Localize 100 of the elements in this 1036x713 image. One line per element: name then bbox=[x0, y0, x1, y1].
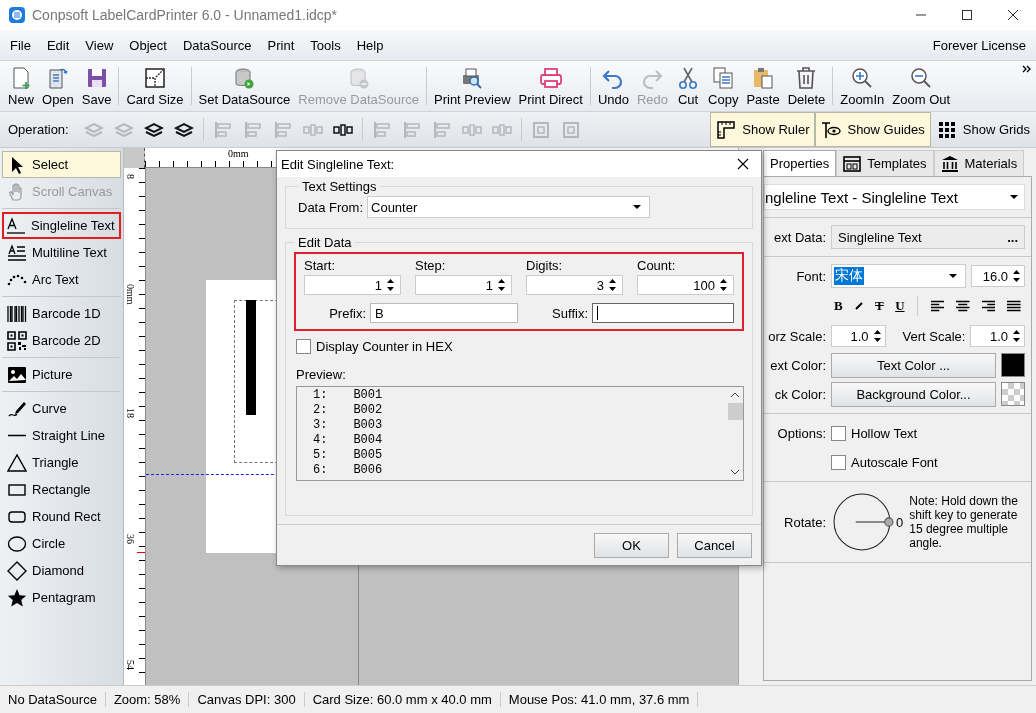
menu-item[interactable]: View bbox=[85, 37, 114, 53]
align-justify-icon[interactable] bbox=[1007, 299, 1021, 313]
rect-tool[interactable]: Rectangle bbox=[2, 476, 121, 503]
copy-button[interactable]: Copy bbox=[704, 61, 743, 111]
roundrect-tool[interactable]: Round Rect bbox=[2, 503, 121, 530]
properties-tab[interactable]: Properties bbox=[763, 150, 837, 176]
paste-button[interactable]: Paste bbox=[742, 61, 784, 111]
rotation-dial[interactable] bbox=[832, 491, 894, 553]
align-left-icon[interactable] bbox=[930, 299, 945, 313]
menu-item[interactable]: DataSource bbox=[182, 37, 252, 53]
grids-toggle[interactable]: Show Grids bbox=[930, 112, 1036, 147]
text-color-button[interactable]: Text Color ... bbox=[831, 352, 996, 378]
guides-toggle[interactable]: Show Guides bbox=[815, 112, 931, 147]
align-right-icon[interactable] bbox=[981, 299, 996, 313]
status-text: Zoom: 58% bbox=[105, 692, 190, 707]
save-button[interactable]: Save bbox=[77, 61, 116, 111]
suffix-field[interactable] bbox=[592, 303, 734, 323]
row-number: 6: bbox=[313, 463, 328, 478]
number-spinner[interactable]: 100 bbox=[637, 275, 734, 295]
text-data-field[interactable]: Singleline Text ... bbox=[831, 225, 1025, 249]
dialog-button[interactable]: OK bbox=[594, 532, 669, 558]
checkbox[interactable] bbox=[831, 454, 846, 470]
ruler-label: 0mm bbox=[228, 148, 249, 159]
bold-button[interactable]: B bbox=[830, 295, 847, 317]
menu-item[interactable]: Help bbox=[356, 37, 384, 53]
background-color-swatch[interactable] bbox=[1001, 382, 1025, 406]
qr-code-icon bbox=[7, 330, 27, 351]
cut-button[interactable]: Cut bbox=[672, 61, 705, 111]
menu-item[interactable]: Print bbox=[267, 37, 295, 53]
italic-icon bbox=[853, 301, 864, 311]
scroll-up-icon[interactable] bbox=[730, 392, 740, 398]
vertical-scale-spinner[interactable]: 1.0 bbox=[970, 325, 1025, 347]
text-color-swatch[interactable] bbox=[1001, 353, 1025, 377]
close-icon[interactable] bbox=[737, 158, 749, 170]
spinner-arrows-icon bbox=[387, 278, 394, 292]
object-dropdown[interactable]: ngleline Text - Singleline Text bbox=[764, 184, 1025, 210]
undo-button[interactable]: Undo bbox=[593, 61, 633, 111]
line-tool[interactable]: Straight Line bbox=[2, 422, 121, 449]
checkbox[interactable] bbox=[296, 339, 311, 354]
field-label: Start: bbox=[304, 258, 337, 273]
number-spinner[interactable]: 3 bbox=[526, 275, 623, 295]
qr-tool[interactable]: Barcode 2D bbox=[2, 327, 121, 354]
singleline-tool[interactable]: Singleline Text bbox=[2, 212, 121, 239]
menu-item[interactable]: File bbox=[10, 37, 31, 53]
print-direct-button[interactable]: Print Direct bbox=[514, 61, 587, 111]
arc-tool[interactable]: Arc Text bbox=[2, 266, 121, 293]
group-title: Text Settings bbox=[301, 179, 378, 194]
materials-tab[interactable]: Materials bbox=[933, 150, 1025, 176]
star-tool[interactable]: Pentagram bbox=[2, 584, 121, 611]
data-from-dropdown[interactable]: Counter bbox=[367, 196, 650, 218]
font-dropdown[interactable]: 宋体 bbox=[831, 264, 966, 288]
select-tool[interactable]: Select bbox=[2, 151, 121, 178]
font-size-spinner[interactable]: 16.0 bbox=[971, 265, 1025, 287]
open-button[interactable]: Open bbox=[38, 61, 78, 111]
row-number: 1: bbox=[313, 388, 328, 403]
barcode-tool[interactable]: Barcode 1D bbox=[2, 300, 121, 327]
prefix-field[interactable]: B bbox=[370, 303, 518, 323]
status-text: No DataSource bbox=[0, 692, 106, 707]
align-center-icon[interactable] bbox=[956, 299, 970, 313]
scroll-down-icon[interactable] bbox=[730, 469, 740, 475]
scrollbar-thumb[interactable] bbox=[727, 403, 743, 420]
diamond-tool[interactable]: Diamond bbox=[2, 557, 121, 584]
ruler-label: 36 bbox=[125, 534, 136, 544]
preview-value: B003 bbox=[353, 418, 383, 433]
underline-button[interactable]: U bbox=[891, 295, 909, 317]
new-button[interactable]: New bbox=[4, 61, 38, 111]
curve-tool[interactable]: Curve bbox=[2, 395, 121, 422]
row-number: 2: bbox=[313, 403, 328, 418]
checkbox[interactable] bbox=[831, 425, 846, 441]
ruler-icon bbox=[716, 119, 737, 140]
menu-item[interactable]: Object bbox=[129, 37, 167, 53]
set-datasource-button[interactable]: Set DataSource bbox=[194, 61, 295, 111]
delete-button[interactable]: Delete bbox=[783, 61, 830, 111]
picture-tool[interactable]: Picture bbox=[2, 361, 121, 388]
spinner-arrows-icon bbox=[720, 278, 727, 292]
ruler-toggle[interactable]: Show Ruler bbox=[710, 112, 816, 147]
ruler-label: 0mm bbox=[125, 284, 136, 305]
number-spinner[interactable]: 1 bbox=[304, 275, 401, 295]
zoom-in-button[interactable]: ZoomIn bbox=[836, 61, 889, 111]
checkbox-label: Display Counter in HEX bbox=[316, 339, 453, 354]
multiline-tool[interactable]: Multiline Text bbox=[2, 239, 121, 266]
background-color-button[interactable]: Background Color... bbox=[831, 381, 996, 407]
window-title: Conpsoft LabelCardPrinter 6.0 - Unnamed1.idcp* bbox=[32, 7, 338, 23]
circle-tool[interactable]: Circle bbox=[2, 530, 121, 557]
triangle-tool[interactable]: Triangle bbox=[2, 449, 121, 476]
barcode-icon bbox=[7, 303, 27, 324]
overflow-chevron-icon[interactable] bbox=[1022, 65, 1032, 73]
field-label: Prefix: bbox=[328, 305, 366, 321]
number-spinner[interactable]: 1 bbox=[415, 275, 512, 295]
dropdown-arrow-icon bbox=[1010, 195, 1018, 199]
dialog-button[interactable]: Cancel bbox=[677, 532, 752, 558]
horizontal-scale-spinner[interactable]: 1.0 bbox=[831, 325, 886, 347]
strike-button[interactable]: T bbox=[871, 295, 888, 317]
menu-item[interactable]: Edit bbox=[46, 37, 70, 53]
dialog-title: Edit Singleline Text: bbox=[281, 156, 395, 172]
menu-item[interactable]: Tools bbox=[310, 37, 341, 53]
zoom-out-button[interactable]: Zoom Out bbox=[888, 61, 955, 111]
templates-tab[interactable]: Templates bbox=[836, 150, 934, 176]
print-preview-button[interactable]: Print Preview bbox=[430, 61, 515, 111]
card-size-button[interactable]: Card Size bbox=[122, 61, 188, 111]
